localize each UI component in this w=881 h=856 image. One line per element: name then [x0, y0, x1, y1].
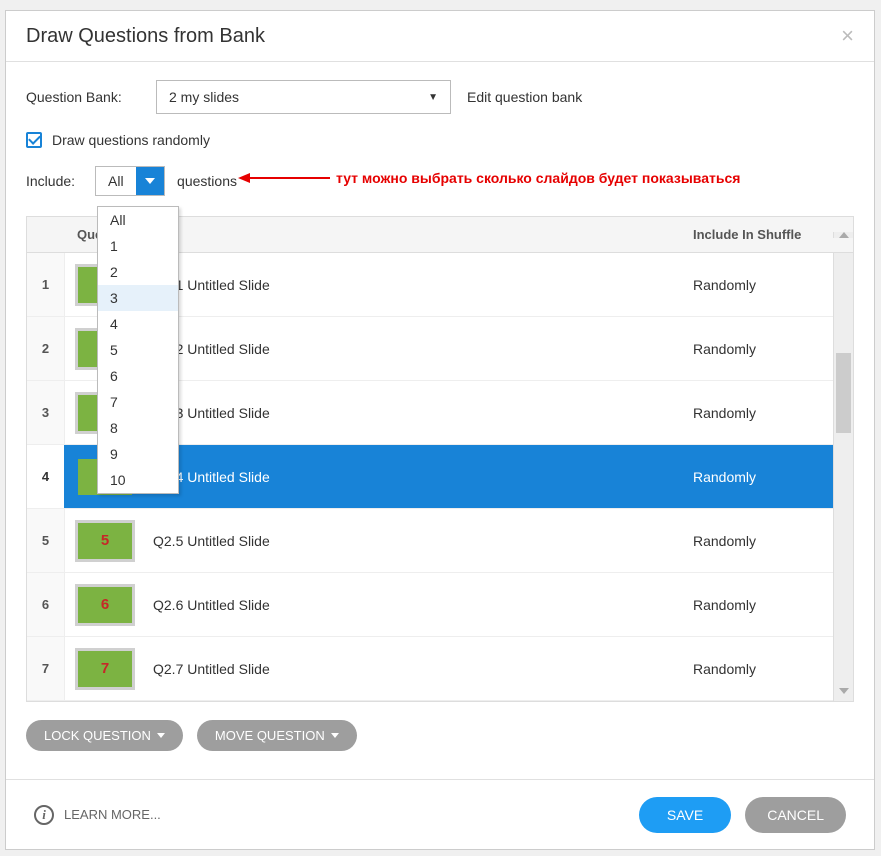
row-number: 6 [27, 573, 65, 636]
row-number: 2 [27, 317, 65, 380]
info-icon: i [34, 805, 54, 825]
learn-more-link[interactable]: i LEARN MORE... [34, 805, 161, 825]
question-cell: 7 Q2.7 Untitled Slide [65, 648, 685, 690]
dropdown-option[interactable]: 7 [98, 389, 178, 415]
bottom-bar: i LEARN MORE... SAVE CANCEL [6, 779, 874, 849]
dropdown-option[interactable]: 3 [98, 285, 178, 311]
row-number: 3 [27, 381, 65, 444]
draw-random-row[interactable]: Draw questions randomly [26, 132, 854, 148]
footer-buttons: LOCK QUESTION MOVE QUESTION [26, 720, 854, 769]
scroll-handle[interactable] [836, 353, 851, 433]
shuffle-cell: Randomly [685, 341, 833, 357]
shuffle-cell: Randomly [685, 405, 833, 421]
shuffle-cell: Randomly [685, 661, 833, 677]
caret-down-icon [145, 178, 155, 184]
question-bank-label: Question Bank: [26, 89, 156, 105]
include-row: Include: All questions тут можно выбрать… [26, 166, 854, 196]
dropdown-option[interactable]: 8 [98, 415, 178, 441]
include-label: Include: [26, 173, 75, 189]
close-icon[interactable]: × [841, 23, 854, 49]
include-dropdown-menu[interactable]: All12345678910 [97, 206, 179, 494]
question-title: Q2.5 Untitled Slide [153, 533, 270, 549]
draw-random-label: Draw questions randomly [52, 132, 210, 148]
dropdown-option[interactable]: 10 [98, 467, 178, 493]
table-row[interactable]: 77 Q2.7 Untitled Slide Randomly [27, 637, 853, 701]
lock-question-button[interactable]: LOCK QUESTION [26, 720, 183, 751]
dialog-header: Draw Questions from Bank × [6, 11, 874, 62]
triangle-up-icon [839, 232, 849, 238]
question-bank-row: Question Bank: 2 my slides ▼ Edit questi… [26, 80, 854, 114]
triangle-down-icon [839, 688, 849, 694]
dropdown-option[interactable]: 9 [98, 441, 178, 467]
include-value: All [96, 167, 136, 195]
question-title: Q2.6 Untitled Slide [153, 597, 270, 613]
shuffle-cell: Randomly [685, 597, 833, 613]
draw-random-checkbox[interactable] [26, 132, 42, 148]
save-button[interactable]: SAVE [639, 797, 731, 833]
question-bank-selected: 2 my slides [169, 89, 239, 105]
shuffle-cell: Randomly [685, 277, 833, 293]
include-suffix: questions [177, 173, 237, 189]
dropdown-option[interactable]: 6 [98, 363, 178, 389]
caret-down-icon [331, 733, 339, 738]
question-cell: 6 Q2.6 Untitled Slide [65, 584, 685, 626]
include-dropdown-button[interactable] [136, 167, 164, 195]
question-cell: 5 Q2.5 Untitled Slide [65, 520, 685, 562]
shuffle-cell: Randomly [685, 469, 833, 485]
slide-thumbnail: 7 [75, 648, 135, 690]
scroll-down-button[interactable] [833, 681, 853, 701]
include-count-select[interactable]: All [95, 166, 165, 196]
question-title: Q2.7 Untitled Slide [153, 661, 270, 677]
scrollbar[interactable] [833, 253, 853, 681]
arrow-icon [238, 168, 330, 188]
cancel-button[interactable]: CANCEL [745, 797, 846, 833]
dropdown-option[interactable]: 5 [98, 337, 178, 363]
row-number: 1 [27, 253, 65, 316]
row-number: 4 [27, 445, 65, 508]
annotation: тут можно выбрать сколько слайдов будет … [238, 168, 740, 188]
caret-down-icon [157, 733, 165, 738]
dropdown-option[interactable]: 4 [98, 311, 178, 337]
edit-question-bank-link[interactable]: Edit question bank [467, 89, 582, 105]
table-row[interactable]: 66 Q2.6 Untitled Slide Randomly [27, 573, 853, 637]
dropdown-option[interactable]: All [98, 207, 178, 233]
annotation-text: тут можно выбрать сколько слайдов будет … [336, 170, 740, 186]
slide-thumbnail: 6 [75, 584, 135, 626]
shuffle-cell: Randomly [685, 533, 833, 549]
row-number: 5 [27, 509, 65, 572]
caret-down-icon: ▼ [428, 92, 438, 103]
dialog-title: Draw Questions from Bank [26, 25, 265, 48]
slide-thumbnail: 5 [75, 520, 135, 562]
table-row[interactable]: 55 Q2.5 Untitled Slide Randomly [27, 509, 853, 573]
question-bank-select[interactable]: 2 my slides ▼ [156, 80, 451, 114]
scroll-up-button[interactable] [833, 232, 853, 238]
header-shuffle[interactable]: Include In Shuffle [685, 227, 833, 242]
move-question-button[interactable]: MOVE QUESTION [197, 720, 357, 751]
dropdown-option[interactable]: 2 [98, 259, 178, 285]
dropdown-option[interactable]: 1 [98, 233, 178, 259]
row-number: 7 [27, 637, 65, 700]
